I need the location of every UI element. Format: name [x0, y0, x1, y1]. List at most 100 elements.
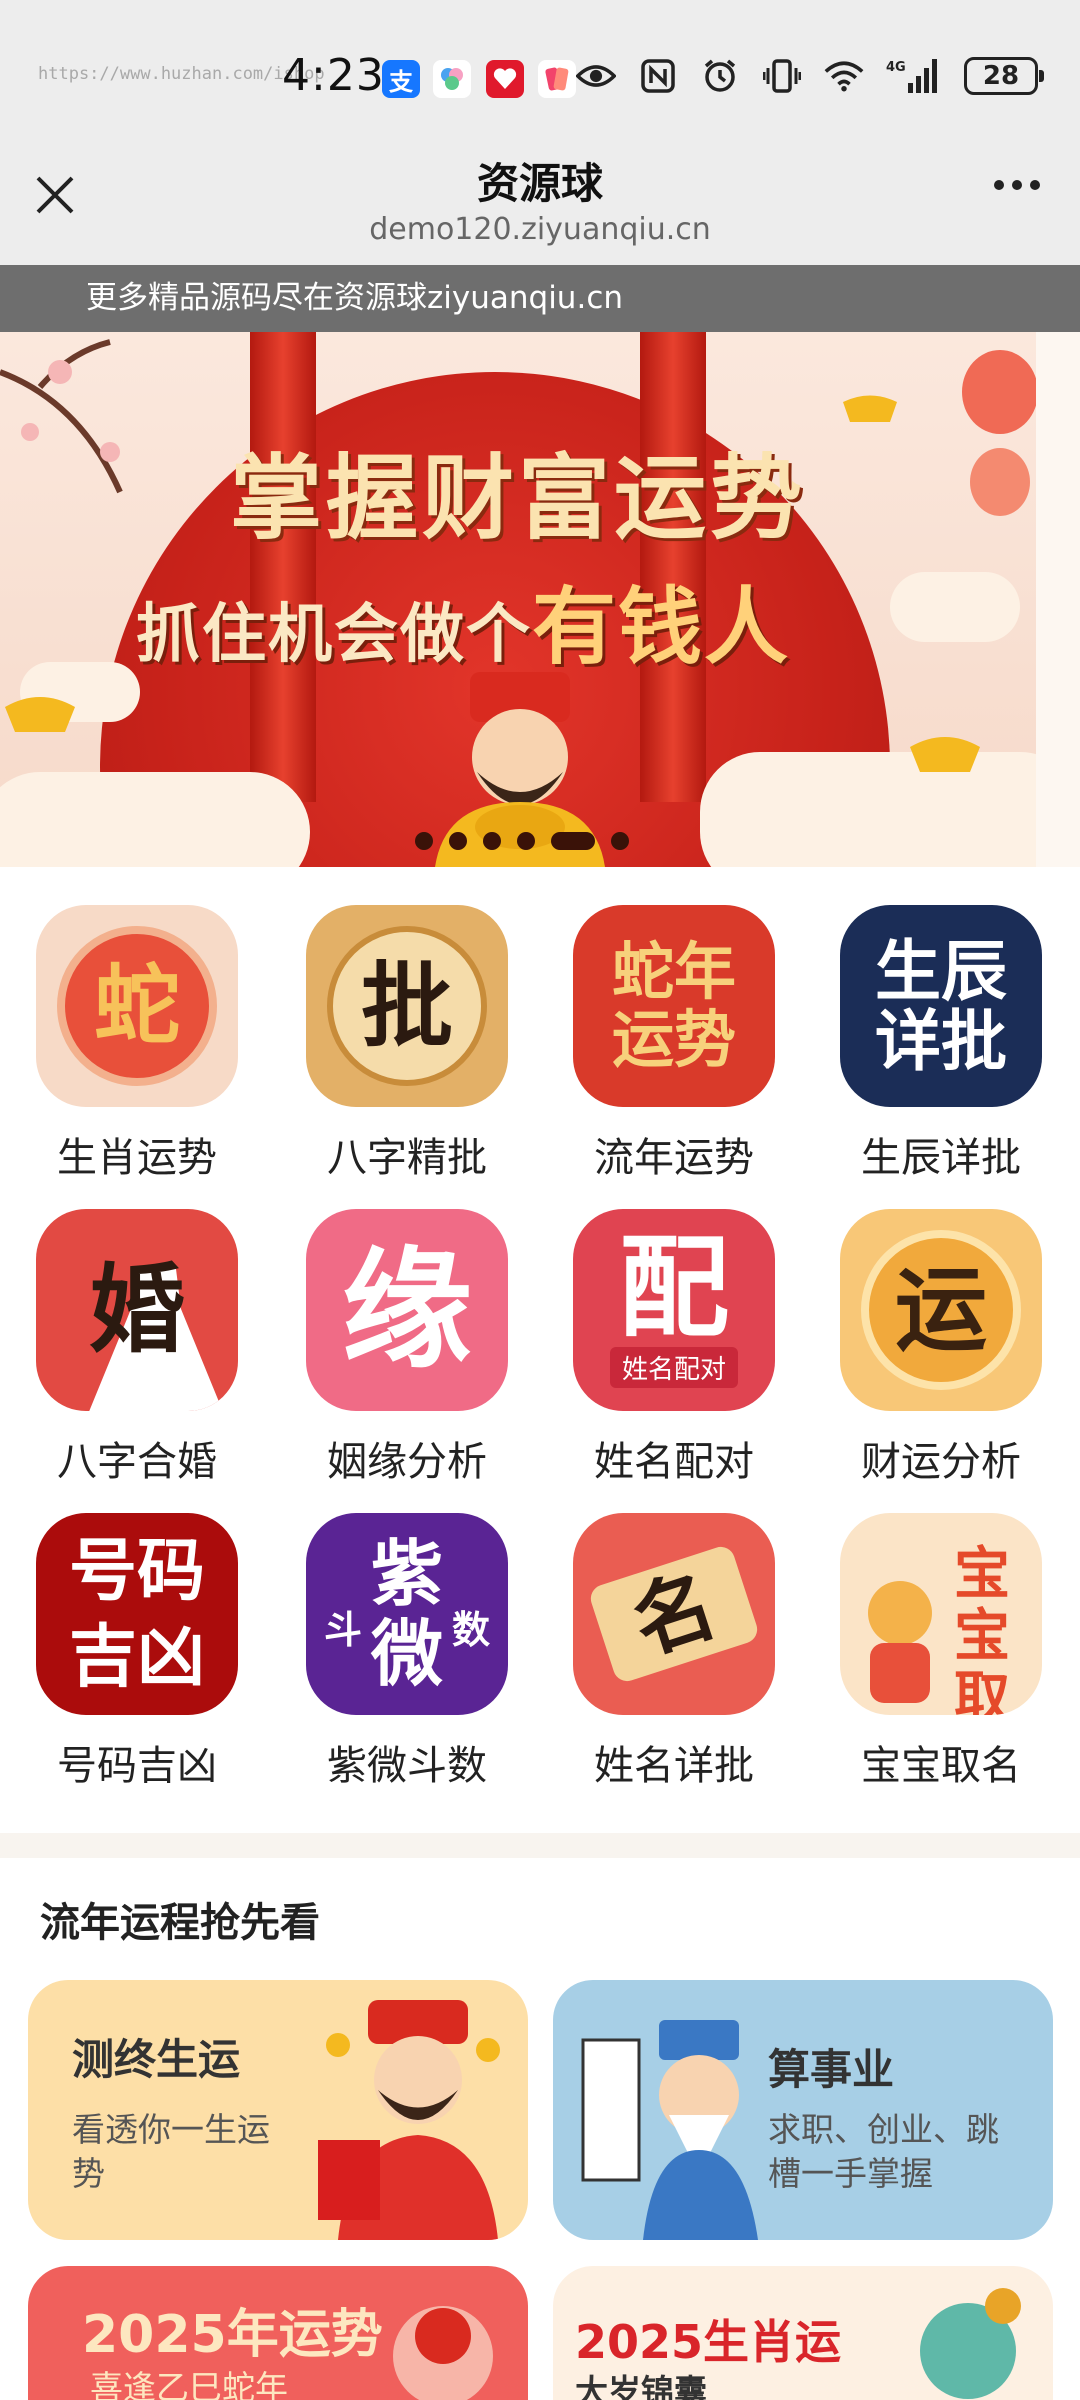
grid-item-baobao[interactable]: 宝宝取名 宝宝取名 — [772, 1475, 1042, 1789]
number-fortune-icon: 号码吉凶 — [36, 1513, 238, 1715]
tile-glyph: 号码吉凶 — [68, 1531, 205, 1697]
card-desc: 大岁锦囊 — [575, 2372, 707, 2400]
app-notification-icon — [433, 60, 471, 98]
more-dot-icon — [1030, 180, 1040, 190]
more-dot-icon — [994, 180, 1004, 190]
grid-item-xiangpi[interactable]: 名 姓名详批 — [505, 1475, 775, 1789]
tile-glyph: 紫微 — [370, 1531, 443, 1696]
gold-ingot-icon — [5, 697, 75, 732]
lion-dance-icon — [393, 2306, 493, 2400]
section-title: 流年运程抢先看 — [40, 1900, 320, 1946]
snake-year-icon: 蛇年运势 — [573, 905, 775, 1107]
wifi-icon — [824, 56, 864, 96]
card-title: 测终生运 — [72, 2035, 241, 2084]
scroll-brush-icon: 名 — [573, 1513, 775, 1715]
tile-caption: 姓名配对 — [609, 1346, 738, 1388]
tile-glyph: 蛇年运势 — [611, 935, 736, 1076]
grid-item-haoma[interactable]: 号码吉凶 号码吉凶 — [0, 1475, 238, 1789]
card-title: 算事业 — [768, 2045, 895, 2094]
tile-glyph: 名 — [621, 1556, 727, 1672]
carousel-dot[interactable] — [415, 832, 433, 850]
more-dot-icon — [1012, 180, 1022, 190]
tile-glyph: 缘 — [341, 1233, 472, 1386]
baby-naming-icon: 宝宝取名 — [840, 1513, 1042, 1715]
section-divider — [0, 1833, 1080, 1858]
app-notification-icon — [538, 60, 576, 98]
carousel-indicator[interactable] — [415, 832, 629, 850]
card-2025-fortune[interactable]: 2025年运势 喜逢乙巳蛇年 — [28, 2266, 528, 2400]
name-match-icon: 配 姓名配对 — [573, 1209, 775, 1411]
wedding-dress-icon: 婚 — [36, 1209, 238, 1411]
card-desc: 喜逢乙巳蛇年 — [90, 2368, 288, 2400]
card-desc: 看透你一生运势 — [72, 2110, 270, 2193]
grid-item-ziwei[interactable]: 斗 紫微 数 紫微斗数 — [238, 1475, 508, 1789]
page-url: demo120.ziyuanqiu.cn — [369, 212, 711, 247]
battery-indicator: 28 — [964, 57, 1044, 95]
banner-subline-a: 抓住机会做个 — [136, 597, 532, 672]
banner-cloud — [890, 572, 1020, 642]
network-type: 4G — [886, 60, 906, 75]
notice-bar[interactable]: 更多精品源码尽在资源球ziyuanqiu.cn — [0, 265, 1080, 332]
grid-item-peidui[interactable]: 配 姓名配对 姓名配对 — [505, 1171, 775, 1485]
carousel-dot[interactable] — [611, 832, 629, 850]
card-lifetime-fortune[interactable]: 测终生运 看透你一生运势 — [28, 1980, 528, 2240]
banner-edge — [1036, 332, 1080, 867]
carousel-dot[interactable] — [449, 832, 467, 850]
banner-cloud — [700, 752, 1036, 867]
vibrate-icon — [762, 56, 802, 96]
carousel-dot[interactable] — [517, 832, 535, 850]
tile-caption: 数 — [451, 1608, 490, 1652]
god-of-wealth-icon — [318, 2000, 500, 2240]
tile-glyph: 蛇 — [94, 955, 180, 1056]
fate-icon: 缘 — [306, 1209, 508, 1411]
banner-cloud — [0, 772, 310, 867]
card-desc: 求职、创业、跳槽一手掌握 — [768, 2110, 999, 2193]
page-title: 资源球 — [476, 159, 603, 208]
card-title: 2025年运势 — [82, 2305, 383, 2365]
card-career[interactable]: 算事业 求职、创业、跳槽一手掌握 — [553, 1980, 1053, 2240]
more-menu-button[interactable] — [994, 180, 1040, 190]
battery-level: 28 — [982, 61, 1020, 91]
birth-chart-icon: 生辰详批 — [840, 905, 1042, 1107]
grid-item-shengxiao[interactable]: 蛇 生肖运势 — [0, 867, 238, 1181]
scholar-icon — [581, 2020, 758, 2240]
status-bar: https://www.huzhan.com/ishop 4:23 支 4G 2… — [0, 0, 1080, 140]
grid-item-shengchen[interactable]: 生辰详批 生辰详批 — [772, 867, 1042, 1181]
banner-headline: 掌握财富运势 — [229, 444, 806, 552]
eye-icon — [576, 56, 616, 96]
banner-carousel[interactable]: 掌握财富运势 抓住机会做个有钱人 — [0, 332, 1036, 867]
ziwei-astrology-icon: 斗 紫微 数 — [306, 1513, 508, 1715]
card-title: 2025生肖运 — [575, 2315, 842, 2369]
tile-glyph: 批 — [360, 952, 453, 1060]
grid-item-liunian[interactable]: 蛇年运势 流年运势 — [505, 867, 775, 1181]
gold-coin-icon: 运 — [840, 1209, 1042, 1411]
gold-ingot-icon — [843, 395, 897, 422]
grid-item-label: 号码吉凶 — [57, 1743, 217, 1789]
grid-item-bazi[interactable]: 批 八字精批 — [238, 867, 508, 1181]
tile-caption: 斗 — [324, 1608, 363, 1652]
tile-glyph: 配 — [619, 1222, 729, 1352]
card-2025-zodiac[interactable]: 2025生肖运 大岁锦囊 — [553, 2266, 1053, 2400]
alarm-icon — [700, 56, 740, 96]
tile-glyph: 生辰详批 — [875, 932, 1007, 1080]
bazi-compass-icon: 批 — [306, 905, 508, 1107]
grid-item-yinyuan[interactable]: 缘 姻缘分析 — [238, 1171, 508, 1485]
nfc-icon — [638, 56, 678, 96]
tile-glyph: 婚 — [89, 1253, 185, 1366]
grid-item-label: 宝宝取名 — [861, 1743, 1021, 1789]
grid-item-caiyun[interactable]: 运 财运分析 — [772, 1171, 1042, 1485]
grid-item-label: 紫微斗数 — [327, 1743, 487, 1789]
grid-item-label: 姓名详批 — [594, 1743, 754, 1789]
carousel-dot-active[interactable] — [551, 832, 595, 850]
feature-grid: 蛇 生肖运势 批 八字精批 蛇年运势 流年运势 生辰详批 生辰详批 婚 八字合婚 — [0, 867, 1080, 1833]
snake-mascot-icon — [920, 2288, 1021, 2399]
tile-glyph: 运 — [894, 1256, 987, 1364]
zodiac-snake-icon: 蛇 — [36, 905, 238, 1107]
carousel-dot[interactable] — [483, 832, 501, 850]
gold-ingot-icon — [910, 737, 980, 772]
fortune-section: 流年运程抢先看 测终生运 看透你一生运势 算事业 求职、创业、跳槽一手掌握 20… — [0, 1858, 1080, 2400]
app-notification-icon — [486, 60, 524, 98]
status-time: 4:23 — [282, 50, 385, 101]
grid-item-hehun[interactable]: 婚 八字合婚 — [0, 1171, 238, 1485]
alipay-icon: 支 — [382, 60, 420, 98]
